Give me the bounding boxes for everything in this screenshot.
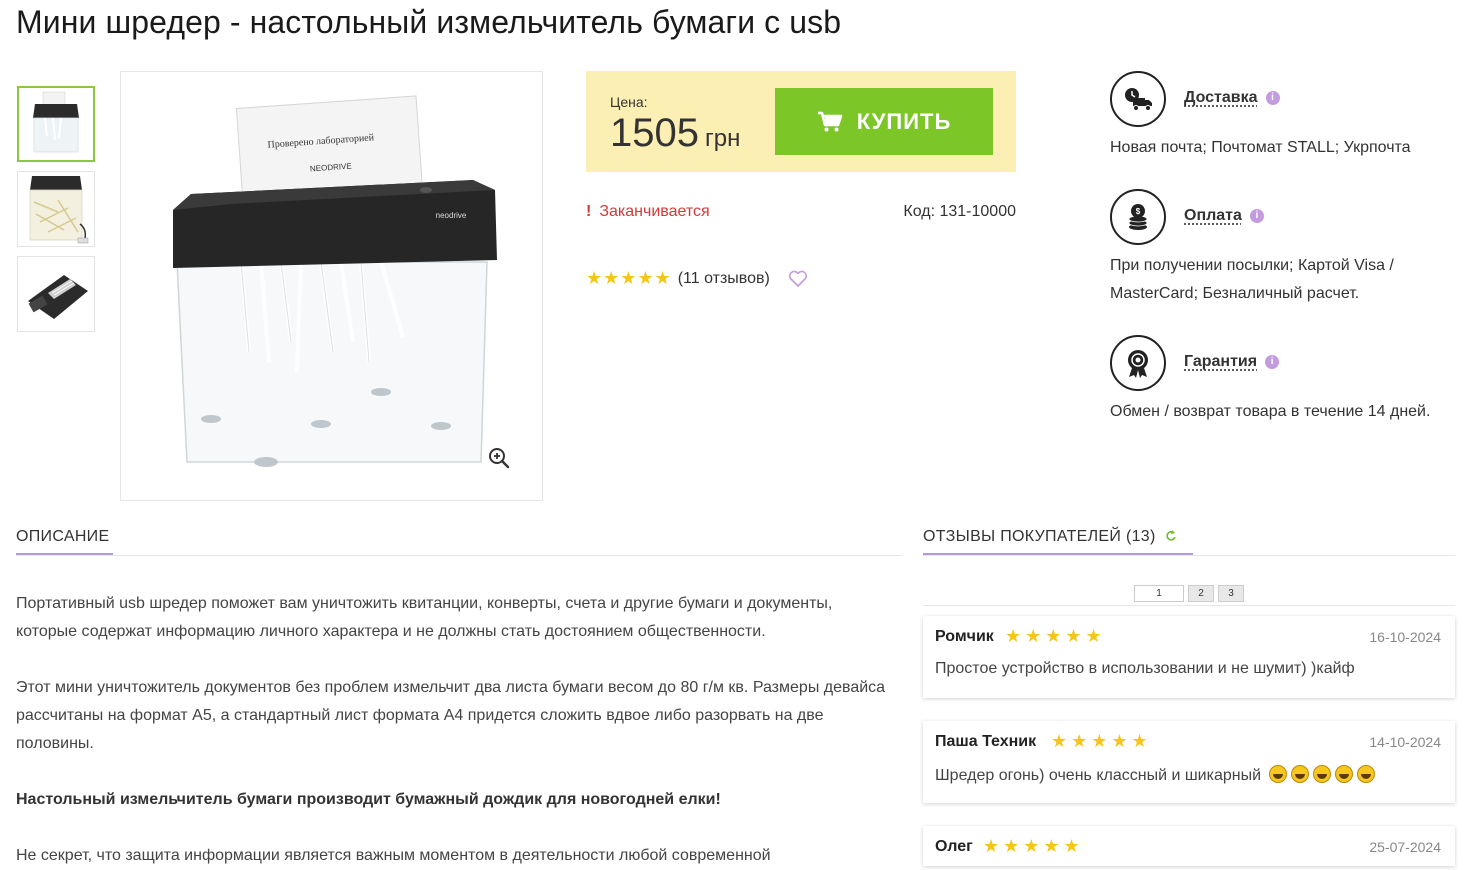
price-currency: грн: [705, 125, 740, 152]
thumbnail-2[interactable]: [17, 171, 95, 247]
cart-icon: [817, 111, 843, 133]
price-box: Цена: 1505 грн КУПИТЬ: [586, 71, 1016, 172]
description-paragraph-4: Не секрет, что защита информации являетс…: [16, 842, 896, 870]
description-body: Портативный usb шредер поможет вам уничт…: [16, 590, 896, 870]
rating-row: ★★★★★ (11 отзывов): [586, 268, 808, 289]
device-brand: neodrive: [436, 211, 467, 220]
warranty-info-icon[interactable]: i: [1265, 355, 1279, 369]
reviews-count-link[interactable]: (11 отзывов): [678, 270, 770, 288]
review-date: 16-10-2024: [1369, 629, 1441, 645]
delivery-info-icon[interactable]: i: [1266, 91, 1280, 105]
delivery-icon-circle: [1110, 71, 1166, 127]
buy-button-label: КУПИТЬ: [857, 109, 952, 135]
page-3-button[interactable]: 3: [1218, 585, 1244, 602]
reviews-divider: [923, 555, 1455, 556]
grinning-emoji-icon: [1313, 765, 1331, 783]
review-author: Ромчик: [935, 628, 994, 646]
thumbnail-1[interactable]: [17, 86, 95, 162]
stock-warning-icon: !: [586, 203, 591, 220]
reviews-tab[interactable]: ОТЗЫВЫ ПОКУПАТЕЛЕЙ (13): [923, 528, 1176, 546]
payment-icon-circle: $: [1110, 189, 1166, 245]
zoom-in-icon[interactable]: [487, 446, 511, 470]
pagination-divider: [923, 605, 1455, 606]
buy-button[interactable]: КУПИТЬ: [775, 88, 993, 155]
description-paragraph-3: Настольный измельчитель бумаги производи…: [16, 791, 721, 808]
truck-icon: [1123, 86, 1153, 112]
review-author: Паша Техник: [935, 733, 1036, 751]
thumbnail-2-image: [18, 172, 94, 246]
stock-text: Заканчивается: [599, 203, 709, 220]
grinning-emoji-icon: [1269, 765, 1287, 783]
payment-title[interactable]: Оплата i: [1184, 207, 1264, 225]
thumbnail-3[interactable]: [17, 256, 95, 332]
delivery-text: Новая почта; Почтомат STALL; Укрпочта: [1110, 134, 1460, 162]
warranty-text: Обмен / возврат товара в течение 14 дней…: [1110, 398, 1460, 426]
grinning-emoji-icon: [1357, 765, 1375, 783]
description-paragraph-2: Этот мини уничтожитель документов без пр…: [16, 674, 896, 758]
review-text: Шредер огонь) очень классный и шикарный: [935, 767, 1261, 784]
product-code: Код: 131-10000: [903, 203, 1016, 221]
warranty-title[interactable]: Гарантия i: [1184, 353, 1279, 371]
page-1-button[interactable]: 1: [1134, 585, 1184, 602]
delivery-title-text: Доставка: [1184, 89, 1258, 106]
review-date: 14-10-2024: [1369, 734, 1441, 750]
price-label: Цена:: [610, 94, 648, 110]
payment-title-text: Оплата: [1184, 207, 1242, 224]
reviews-tab-label: ОТЗЫВЫ ПОКУПАТЕЛЕЙ (13): [923, 528, 1156, 545]
grinning-emoji-icon: [1335, 765, 1353, 783]
rating-stars: ★★★★★: [586, 268, 672, 289]
price-value: 1505: [610, 111, 699, 155]
reviews-pagination: 1 2 3: [1134, 585, 1244, 602]
review-card: Олег ★★★★★ 25-07-2024: [923, 826, 1455, 866]
coins-icon: $: [1125, 203, 1151, 231]
warranty-icon-circle: [1110, 335, 1166, 391]
thumbnail-3-image: [18, 257, 94, 331]
review-date: 25-07-2024: [1369, 839, 1441, 855]
review-text-row: Шредер огонь) очень классный и шикарный: [935, 765, 1375, 785]
price-amount: 1505 грн: [610, 111, 740, 156]
payment-text: При получении посылки; Картой Visa / Mas…: [1110, 252, 1460, 308]
description-divider: [16, 555, 902, 556]
refresh-icon[interactable]: [1166, 530, 1176, 542]
review-card: Паша Техник ★★★★★ 14-10-2024 Шредер огон…: [923, 721, 1455, 803]
badge-icon: [1124, 348, 1152, 378]
product-main-image[interactable]: Проверено лабораторией NEODRIVE neodrive: [120, 71, 543, 501]
description-paragraph-1: Портативный usb шредер поможет вам уничт…: [16, 590, 896, 646]
payment-info-icon[interactable]: i: [1250, 209, 1264, 223]
delivery-title[interactable]: Доставка i: [1184, 89, 1280, 107]
svg-text:$: $: [1136, 207, 1141, 216]
page-2-button[interactable]: 2: [1188, 585, 1214, 602]
description-tab[interactable]: ОПИСАНИЕ: [16, 528, 109, 546]
page-title: Мини шредер - настольный измельчитель бу…: [16, 4, 841, 41]
shredder-illustration: Проверено лабораторией NEODRIVE neodrive: [121, 72, 542, 500]
review-author: Олег: [935, 838, 973, 856]
grinning-emoji-icon: [1291, 765, 1309, 783]
stock-status: ! Заканчивается: [586, 203, 710, 221]
wishlist-heart-icon[interactable]: [788, 270, 808, 288]
thumbnail-1-image: [19, 88, 93, 160]
warranty-title-text: Гарантия: [1184, 353, 1257, 370]
review-stars: ★★★★★: [1005, 626, 1106, 647]
review-text: Простое устройство в использовании и не …: [935, 660, 1355, 678]
review-card: Ромчик ★★★★★ 16-10-2024 Простое устройст…: [923, 616, 1455, 698]
review-stars: ★★★★★: [1051, 731, 1152, 752]
